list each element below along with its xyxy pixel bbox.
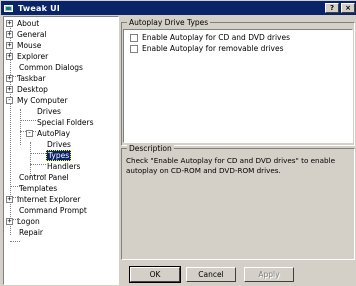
tree-item-templates[interactable]: Templates bbox=[18, 183, 58, 194]
collapse-icon[interactable]: - bbox=[26, 130, 33, 137]
tree-item-label: Desktop bbox=[17, 85, 48, 94]
tree-connector bbox=[10, 241, 20, 242]
tree-item-label: Command Prompt bbox=[19, 206, 87, 215]
tree-item-label: Common Dialogs bbox=[19, 63, 83, 72]
checkbox[interactable] bbox=[130, 33, 138, 42]
expand-icon[interactable]: + bbox=[6, 53, 13, 60]
title-bar[interactable]: Tweak UI ? × bbox=[1, 1, 356, 15]
group-title: Description bbox=[127, 144, 174, 153]
tree-item-special-folders[interactable]: Special Folders bbox=[36, 117, 95, 128]
tree-item-logon[interactable]: + Logon bbox=[6, 216, 41, 227]
checkbox[interactable] bbox=[130, 44, 138, 53]
tree-item-handlers[interactable]: Handlers bbox=[46, 161, 81, 172]
tweak-ui-window: Tweak UI ? × + About + General + Mouse +… bbox=[0, 0, 356, 286]
tree-connector bbox=[20, 120, 36, 121]
expand-icon[interactable]: + bbox=[6, 31, 13, 38]
tree-item-label: Explorer bbox=[17, 52, 49, 61]
cancel-button[interactable]: Cancel bbox=[186, 267, 236, 282]
tree-item-label: Drives bbox=[47, 140, 71, 149]
description-text: Check "Enable Autoplay for CD and DVD dr… bbox=[126, 156, 336, 175]
tree-item-general[interactable]: + General bbox=[6, 29, 48, 40]
tree-item-mouse[interactable]: + Mouse bbox=[6, 40, 42, 51]
expand-icon[interactable]: + bbox=[6, 20, 13, 27]
tree-item-label: Handlers bbox=[47, 162, 81, 171]
tree-item-autoplay-drives[interactable]: Drives bbox=[46, 139, 72, 150]
group-title: Autoplay Drive Types bbox=[127, 18, 211, 27]
tree-item-label: Control Panel bbox=[19, 173, 69, 182]
option-label: Enable Autoplay for removable drives bbox=[142, 44, 284, 53]
window-title: Tweak UI bbox=[18, 3, 60, 13]
tree-item-label: About bbox=[17, 19, 40, 28]
tree-item-explorer[interactable]: + Explorer bbox=[6, 51, 49, 62]
collapse-icon[interactable]: - bbox=[6, 97, 13, 104]
settings-tree[interactable]: + About + General + Mouse + Explorer Com… bbox=[3, 16, 119, 285]
option-removable[interactable]: Enable Autoplay for removable drives bbox=[130, 44, 284, 53]
tree-item-label: General bbox=[17, 30, 47, 39]
close-button[interactable]: × bbox=[341, 3, 355, 13]
tree-item-label: My Computer bbox=[17, 96, 68, 105]
tree-item-internet-explorer[interactable]: + Internet Explorer bbox=[6, 194, 81, 205]
tree-item-my-computer[interactable]: - My Computer bbox=[6, 95, 69, 106]
tree-item-types[interactable]: Types bbox=[46, 150, 72, 161]
tree-item-common-dialogs[interactable]: Common Dialogs bbox=[18, 62, 84, 73]
description-group: Description Check "Enable Autoplay for C… bbox=[121, 144, 355, 260]
drive-types-list[interactable]: Enable Autoplay for CD and DVD drives En… bbox=[123, 29, 353, 143]
help-button[interactable]: ? bbox=[325, 3, 339, 13]
title-bar-buttons: ? × bbox=[325, 3, 355, 13]
tree-item-desktop[interactable]: + Desktop bbox=[6, 84, 49, 95]
apply-button[interactable]: Apply bbox=[244, 267, 294, 282]
expand-icon[interactable]: + bbox=[6, 75, 13, 82]
tree-item-repair[interactable]: Repair bbox=[18, 227, 44, 238]
tree-item-about[interactable]: + About bbox=[6, 18, 40, 29]
tree-item-label: Logon bbox=[17, 217, 40, 226]
tree-item-label: Special Folders bbox=[37, 118, 94, 127]
expand-icon[interactable]: + bbox=[6, 218, 13, 225]
tree-connector bbox=[30, 164, 46, 165]
tree-item-label: Templates bbox=[19, 184, 58, 193]
tree-item-label: Internet Explorer bbox=[17, 195, 81, 204]
tree-item-label: AutoPlay bbox=[37, 129, 71, 138]
option-cd-dvd[interactable]: Enable Autoplay for CD and DVD drives bbox=[130, 33, 290, 42]
tree-item-taskbar[interactable]: + Taskbar bbox=[6, 73, 47, 84]
tree-item-control-panel[interactable]: Control Panel bbox=[18, 172, 70, 183]
expand-icon[interactable]: + bbox=[6, 196, 13, 203]
tree-item-label: Drives bbox=[37, 107, 61, 116]
expand-icon[interactable]: + bbox=[6, 86, 13, 93]
tree-connector bbox=[20, 109, 21, 145]
tree-connector bbox=[30, 153, 46, 154]
expand-icon[interactable]: + bbox=[6, 42, 13, 49]
tree-item-autoplay[interactable]: - AutoPlay bbox=[26, 128, 71, 139]
tree-item-label: Mouse bbox=[17, 41, 42, 50]
tree-item-drives[interactable]: Drives bbox=[36, 106, 62, 117]
tree-item-label: Repair bbox=[19, 228, 44, 237]
tree-item-label: Types bbox=[46, 150, 72, 161]
app-icon bbox=[3, 3, 14, 14]
ok-button[interactable]: OK bbox=[129, 266, 181, 283]
tree-item-label: Taskbar bbox=[17, 74, 46, 83]
tree-item-command-prompt[interactable]: Command Prompt bbox=[18, 205, 88, 216]
option-label: Enable Autoplay for CD and DVD drives bbox=[142, 33, 291, 42]
